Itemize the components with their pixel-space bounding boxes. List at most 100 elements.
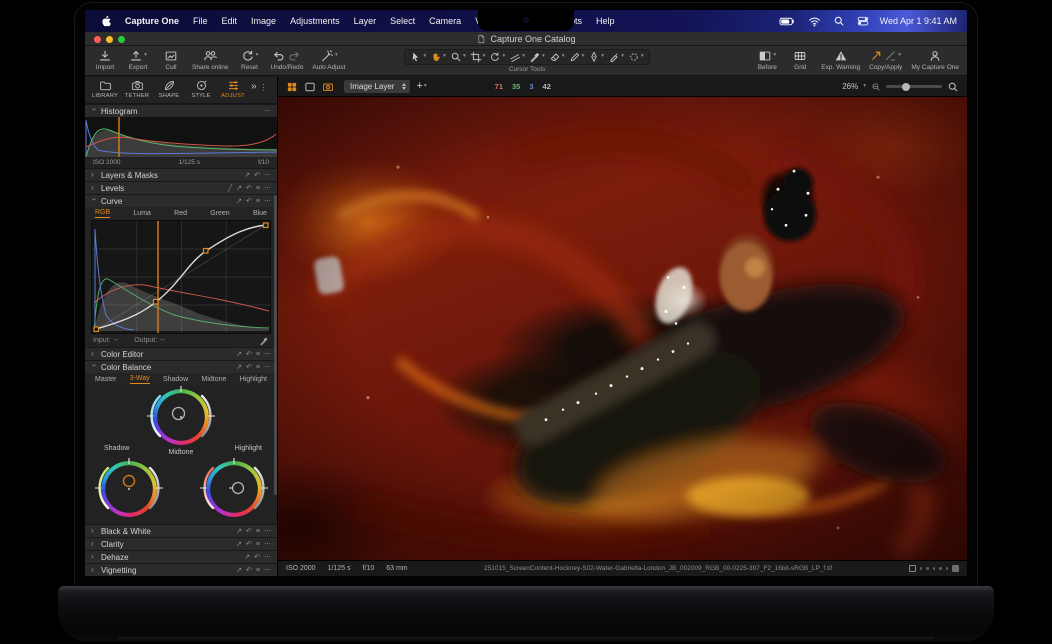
select-tool[interactable]: ▾ [410, 51, 426, 63]
layer-select[interactable]: Image Layer [344, 80, 410, 93]
zoom-level[interactable]: 26% [842, 82, 858, 91]
rating-dot[interactable] [933, 567, 936, 570]
panel-header-layers-masks[interactable]: › Layers & Masks ↗ ↶ ⋯ [85, 168, 277, 181]
curve-tab-rgb[interactable]: RGB [95, 209, 110, 218]
undo-redo-button[interactable]: Undo/Redo [271, 48, 304, 71]
reset-icon[interactable]: ↶ [246, 567, 252, 574]
more-icon[interactable]: ⋯ [264, 541, 271, 548]
tab-tether[interactable]: TETHER [121, 79, 153, 99]
expand-tabs-icon[interactable]: » [251, 82, 257, 92]
more-icon[interactable]: ⋯ [264, 528, 271, 535]
presets-icon[interactable]: ≡ [256, 541, 260, 548]
auto-levels-icon[interactable]: ╱ [228, 185, 232, 192]
reset-icon[interactable]: ↶ [246, 364, 252, 371]
single-view-toggle[interactable] [304, 81, 316, 93]
panel-header-dehaze[interactable]: › Dehaze ↗ ↶ ⋯ [85, 550, 277, 563]
reset-icon[interactable]: ↶ [246, 198, 252, 205]
edit-select-checkbox[interactable] [909, 565, 916, 572]
menu-item-edit[interactable]: Edit [216, 16, 244, 26]
annotate-tool[interactable]: ▾ [569, 51, 585, 63]
tab-adjust[interactable]: ADJUST [217, 79, 249, 99]
copy-adjustments-icon[interactable]: ↗ [236, 198, 242, 205]
tab-style[interactable]: STYLE [185, 79, 217, 99]
panel-header-black-white[interactable]: › Black & White ↗ ↶ ≡ ⋯ [85, 524, 277, 537]
more-icon[interactable]: ⋯ [264, 567, 271, 574]
rating-dot[interactable] [939, 567, 942, 570]
presets-icon[interactable]: ≡ [256, 528, 260, 535]
reset-icon[interactable]: ↶ [254, 172, 260, 179]
rotate-tool[interactable]: ▾ [489, 51, 505, 63]
auto-adjust-button[interactable]: ▾ Auto Adjust [312, 48, 345, 71]
curve-tab-green[interactable]: Green [210, 210, 229, 217]
reset-adjustments-button[interactable]: ▾ Reset [238, 48, 262, 71]
menu-item-file[interactable]: File [187, 16, 214, 26]
before-after-button[interactable]: ▾ Before [755, 48, 779, 71]
more-icon[interactable]: ⋯ [264, 185, 271, 192]
tab-shape[interactable]: SHAPE [153, 79, 185, 99]
control-center-icon[interactable] [857, 15, 869, 27]
copy-apply-button[interactable]: ▾ Copy/Apply [869, 48, 902, 71]
reset-icon[interactable]: ↶ [246, 541, 252, 548]
color-tag[interactable] [952, 565, 959, 572]
panel-header-clarity[interactable]: › Clarity ↗ ↶ ≡ ⋯ [85, 537, 277, 550]
battery-icon[interactable] [779, 14, 796, 29]
presets-icon[interactable]: ≡ [256, 185, 260, 192]
cb-tab-midtone[interactable]: Midtone [202, 376, 227, 383]
share-online-button[interactable]: Share online [192, 48, 229, 71]
copy-adjustments-icon[interactable]: ↗ [236, 528, 242, 535]
reset-icon[interactable]: ↶ [246, 185, 252, 192]
panel-header-vignetting[interactable]: › Vignetting ↗ ↶ ≡ ⋯ [85, 563, 277, 576]
panel-header-color-editor[interactable]: › Color Editor ↗ ↶ ≡ ⋯ [85, 347, 277, 360]
cb-tab-master[interactable]: Master [95, 376, 116, 383]
menu-item-layer[interactable]: Layer [348, 16, 383, 26]
reset-icon[interactable]: ↶ [246, 528, 252, 535]
midtone-color-wheel[interactable] [143, 386, 219, 450]
menu-clock[interactable]: Wed Apr 1 9:41 AM [880, 16, 957, 26]
menu-item-image[interactable]: Image [245, 16, 282, 26]
menu-item-help[interactable]: Help [590, 16, 621, 26]
straighten-tool[interactable]: ▾ [509, 51, 525, 63]
zoom-magnifier-icon[interactable] [947, 81, 959, 93]
zoom-out-icon[interactable] [871, 82, 881, 92]
grid-button[interactable]: Grid [788, 48, 812, 71]
mask-brush-tool[interactable]: ▾ [588, 51, 604, 63]
import-button[interactable]: Import [93, 48, 117, 71]
curve-tab-blue[interactable]: Blue [253, 210, 267, 217]
export-button[interactable]: ▾ Export [126, 48, 150, 71]
curve-tab-red[interactable]: Red [174, 210, 187, 217]
cb-tab-shadow[interactable]: Shadow [163, 376, 188, 383]
zoom-slider-knob[interactable] [902, 83, 910, 91]
window-title-bar[interactable]: Capture One Catalog [85, 32, 967, 46]
spot-removal-tool[interactable]: ▾ [628, 51, 644, 63]
zoom-slider[interactable] [886, 85, 942, 88]
exposure-warning-button[interactable]: Exp. Warning [821, 48, 860, 71]
add-layer-button[interactable]: +▾ [416, 81, 426, 92]
curve-graph[interactable] [91, 220, 271, 334]
crop-tool[interactable]: ▾ [470, 51, 486, 63]
presets-icon[interactable]: ≡ [256, 198, 260, 205]
color-picker-tool[interactable]: ▾ [529, 51, 545, 63]
more-icon[interactable]: ⋯ [264, 554, 271, 561]
panel-header-levels[interactable]: › Levels ╱ ↗ ↶ ≡ ⋯ [85, 181, 277, 194]
more-icon[interactable]: ⋯ [264, 198, 271, 205]
more-icon[interactable]: ⋯ [264, 172, 271, 179]
menu-item-adjustments[interactable]: Adjustments [284, 16, 346, 26]
rating-dot[interactable] [926, 567, 929, 570]
cull-button[interactable]: Cull [159, 48, 183, 71]
copy-adjustments-icon[interactable]: ↗ [236, 185, 242, 192]
panel-scrollbar[interactable] [274, 195, 277, 495]
rating-dot[interactable] [946, 567, 949, 570]
tab-options-icon[interactable]: ⋮ [260, 83, 268, 92]
heal-tool[interactable]: ▾ [608, 51, 624, 63]
panel-header-curve[interactable]: › Curve ↗ ↶ ≡ ⋯ [85, 194, 277, 207]
highlight-color-wheel[interactable] [196, 458, 272, 522]
panel-header-histogram[interactable]: › Histogram ⋯ [85, 104, 277, 117]
cb-tab-3way[interactable]: 3-Way [130, 375, 150, 384]
menu-item-select[interactable]: Select [384, 16, 421, 26]
reset-icon[interactable]: ↶ [254, 554, 260, 561]
copy-adjustments-icon[interactable]: ↗ [244, 172, 250, 179]
cb-tab-highlight[interactable]: Highlight [240, 376, 267, 383]
copy-adjustments-icon[interactable]: ↗ [244, 554, 250, 561]
rating-dot[interactable] [920, 567, 923, 570]
more-icon[interactable]: ⋯ [264, 364, 271, 371]
